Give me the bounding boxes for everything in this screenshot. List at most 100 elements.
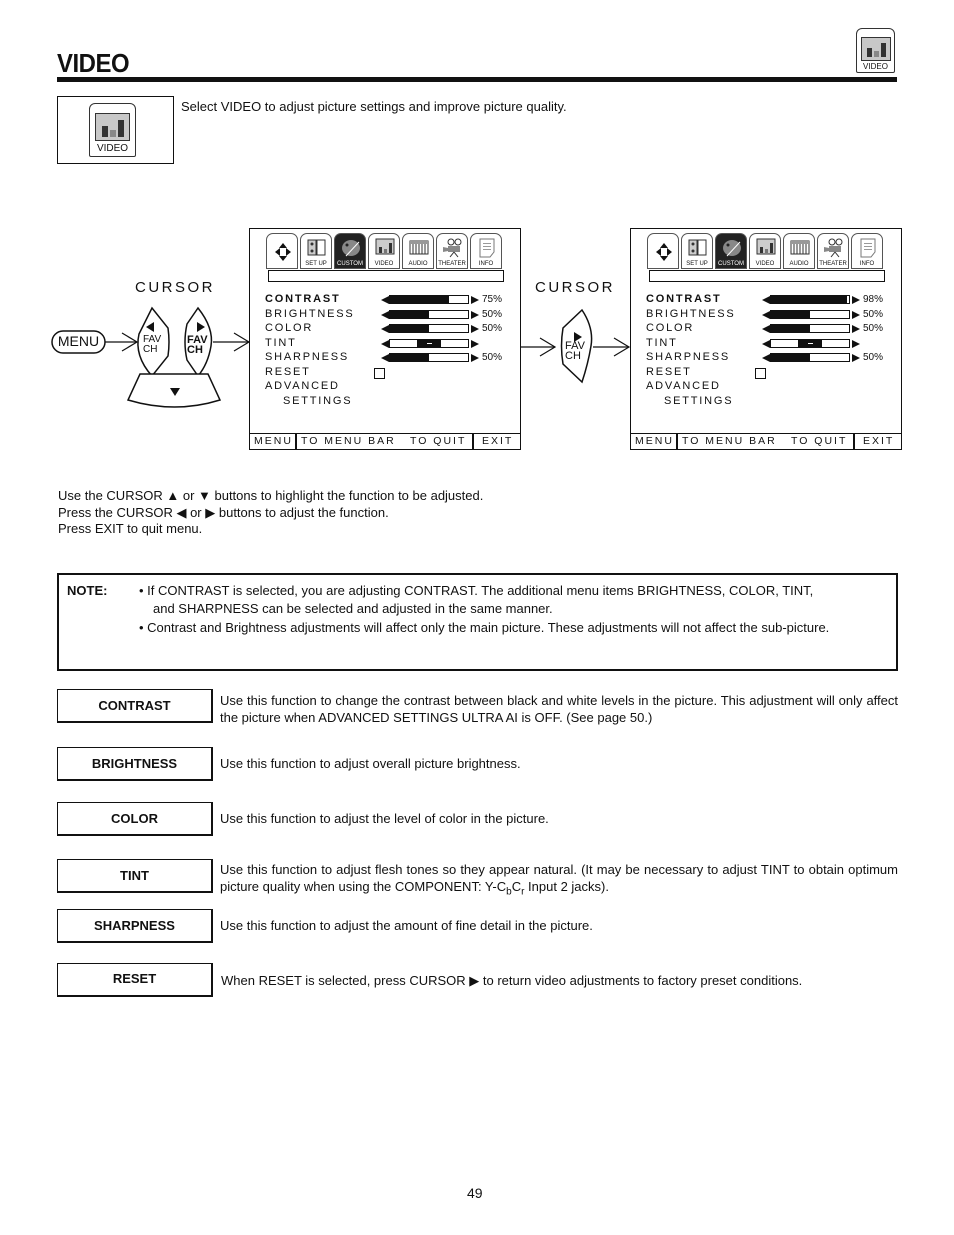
right-arrow-icon[interactable] bbox=[852, 325, 860, 333]
osd-tab-label: VIDEO bbox=[374, 261, 394, 267]
osd-tab-cursor[interactable] bbox=[647, 233, 679, 269]
osd-tab-cursor[interactable] bbox=[266, 233, 298, 269]
right-arrow-icon[interactable] bbox=[471, 339, 479, 348]
osd-item-contrast[interactable]: CONTRAST bbox=[646, 292, 736, 307]
slider-fill bbox=[390, 310, 429, 318]
slider-track bbox=[770, 338, 850, 348]
osd-item-settings: SETTINGS bbox=[283, 394, 353, 407]
function-label-reset: RESET bbox=[57, 963, 213, 997]
osd-tab-label: CUSTOM bbox=[337, 261, 363, 267]
function-desc-contrast: Use this function to change the contrast… bbox=[220, 693, 898, 725]
osd-item-sharpness[interactable]: SHARPNESS bbox=[265, 350, 355, 365]
video-icon-label: VIDEO bbox=[96, 143, 129, 154]
function-desc-sharpness: Use this function to adjust the amount o… bbox=[220, 918, 593, 933]
movie-camera-icon bbox=[824, 238, 843, 258]
right-arrow-icon[interactable] bbox=[471, 325, 479, 333]
osd-tab-theater[interactable]: THEATER bbox=[436, 233, 468, 269]
slider-fill bbox=[390, 325, 429, 332]
left-arrow-icon[interactable] bbox=[381, 325, 389, 333]
osd-tab-custom[interactable]: CUSTOM bbox=[334, 233, 366, 269]
palette-icon bbox=[341, 238, 360, 257]
left-arrow-icon[interactable] bbox=[381, 339, 389, 348]
osd-tab-video[interactable]: VIDEO bbox=[749, 233, 781, 269]
left-arrow-icon[interactable] bbox=[762, 325, 770, 333]
footer-to-menu-bar: TO MENU BAR bbox=[301, 435, 396, 447]
fav-ch-label: FAV CH bbox=[143, 335, 161, 355]
page-title: VIDEO bbox=[57, 48, 130, 78]
cursor-label: CURSOR bbox=[535, 279, 616, 296]
osd-tab-set-up[interactable]: SET UP bbox=[300, 233, 332, 269]
right-arrow-icon[interactable] bbox=[852, 310, 860, 319]
osd-tab-label: INFO bbox=[859, 261, 875, 267]
right-arrow-icon[interactable] bbox=[852, 354, 860, 362]
left-arrow-icon[interactable] bbox=[762, 310, 770, 319]
osd-tab-audio[interactable]: AUDIO bbox=[402, 233, 434, 269]
cursor-label: CURSOR bbox=[135, 279, 216, 296]
reset-checkbox[interactable] bbox=[755, 367, 766, 379]
osd-item-reset[interactable]: RESET bbox=[646, 365, 736, 380]
right-arrow-icon[interactable] bbox=[852, 339, 860, 348]
osd-tab-video[interactable]: VIDEO bbox=[368, 233, 400, 269]
slider-track bbox=[389, 324, 469, 333]
document-icon bbox=[477, 238, 495, 258]
slider-value: 75% bbox=[482, 294, 503, 305]
osd-item-sharpness[interactable]: SHARPNESS bbox=[646, 350, 736, 365]
slider-track bbox=[770, 309, 850, 319]
osd-tab-theater[interactable]: THEATER bbox=[817, 233, 849, 269]
left-arrow-icon[interactable] bbox=[762, 296, 770, 304]
osd-item-advanced[interactable]: ADVANCED bbox=[265, 379, 355, 394]
osd-item-contrast[interactable]: CONTRAST bbox=[265, 292, 355, 307]
osd-tab-info[interactable]: INFO bbox=[851, 233, 883, 269]
osd-tab-audio[interactable]: AUDIO bbox=[783, 233, 815, 269]
osd-footer: MENU TO MENU BAR TO QUIT EXIT bbox=[250, 433, 520, 449]
osd-item-advanced[interactable]: ADVANCED bbox=[646, 379, 736, 394]
osd-item-brightness[interactable]: BRIGHTNESS bbox=[265, 307, 355, 322]
function-desc-reset: When RESET is selected, press CURSOR ▶ t… bbox=[221, 973, 803, 988]
osd-tab-info[interactable]: INFO bbox=[470, 233, 502, 269]
function-label-color: COLOR bbox=[57, 802, 213, 836]
ch-label: CH bbox=[565, 350, 581, 362]
right-arrow-icon[interactable] bbox=[471, 354, 479, 362]
slider-fill bbox=[771, 325, 810, 332]
footer-exit: EXIT bbox=[863, 435, 895, 447]
footer-divider bbox=[676, 434, 678, 449]
tint-center-mark bbox=[427, 342, 432, 344]
slider-track bbox=[389, 353, 469, 362]
intro-text: Select VIDEO to adjust picture settings … bbox=[181, 99, 567, 114]
setup-icon bbox=[688, 238, 707, 256]
palette-icon bbox=[722, 238, 741, 257]
keyboard-icon bbox=[409, 238, 429, 256]
osd-item-color[interactable]: COLOR bbox=[265, 321, 355, 336]
osd-item-color[interactable]: COLOR bbox=[646, 321, 736, 336]
osd-tab-info-bar bbox=[649, 270, 885, 282]
instruction-line: Use the CURSOR ▲ or ▼ buttons to highlig… bbox=[58, 488, 484, 503]
osd-menu-items: CONTRAST BRIGHTNESS COLOR TINT SHARPNESS RESE… bbox=[265, 292, 355, 408]
slider-value: 98% bbox=[863, 294, 884, 305]
cursor-arrows-icon bbox=[273, 241, 291, 261]
reset-checkbox[interactable] bbox=[374, 367, 385, 379]
left-arrow-icon[interactable] bbox=[762, 339, 770, 348]
left-arrow-icon[interactable] bbox=[381, 310, 389, 319]
osd-tab-label: INFO bbox=[478, 261, 494, 267]
instruction-line: Press EXIT to quit menu. bbox=[58, 521, 203, 536]
left-arrow-icon[interactable] bbox=[381, 296, 389, 304]
right-arrow-icon[interactable] bbox=[852, 296, 860, 304]
footer-to-quit: TO QUIT bbox=[410, 435, 467, 447]
osd-tab-custom[interactable]: CUSTOM bbox=[715, 233, 747, 269]
footer-exit: EXIT bbox=[482, 435, 514, 447]
osd-tab-set-up[interactable]: SET UP bbox=[681, 233, 713, 269]
left-arrow-icon[interactable] bbox=[381, 354, 389, 362]
fav-ch-label: FAV CH bbox=[565, 341, 585, 362]
intro-icon-box: VIDEO bbox=[57, 96, 174, 164]
osd-item-reset[interactable]: RESET bbox=[265, 365, 355, 380]
right-arrow-icon[interactable] bbox=[471, 310, 479, 319]
osd-item-tint[interactable]: TINT bbox=[265, 336, 355, 351]
slider-value: 50% bbox=[863, 308, 884, 320]
slider-track bbox=[389, 309, 469, 319]
left-arrow-icon[interactable] bbox=[762, 354, 770, 362]
osd-tab-label: THEATER bbox=[438, 261, 466, 267]
right-arrow-icon[interactable] bbox=[471, 296, 479, 304]
footer-to-menu-bar: TO MENU BAR bbox=[682, 435, 777, 447]
osd-item-brightness[interactable]: BRIGHTNESS bbox=[646, 307, 736, 322]
osd-item-tint[interactable]: TINT bbox=[646, 336, 736, 351]
